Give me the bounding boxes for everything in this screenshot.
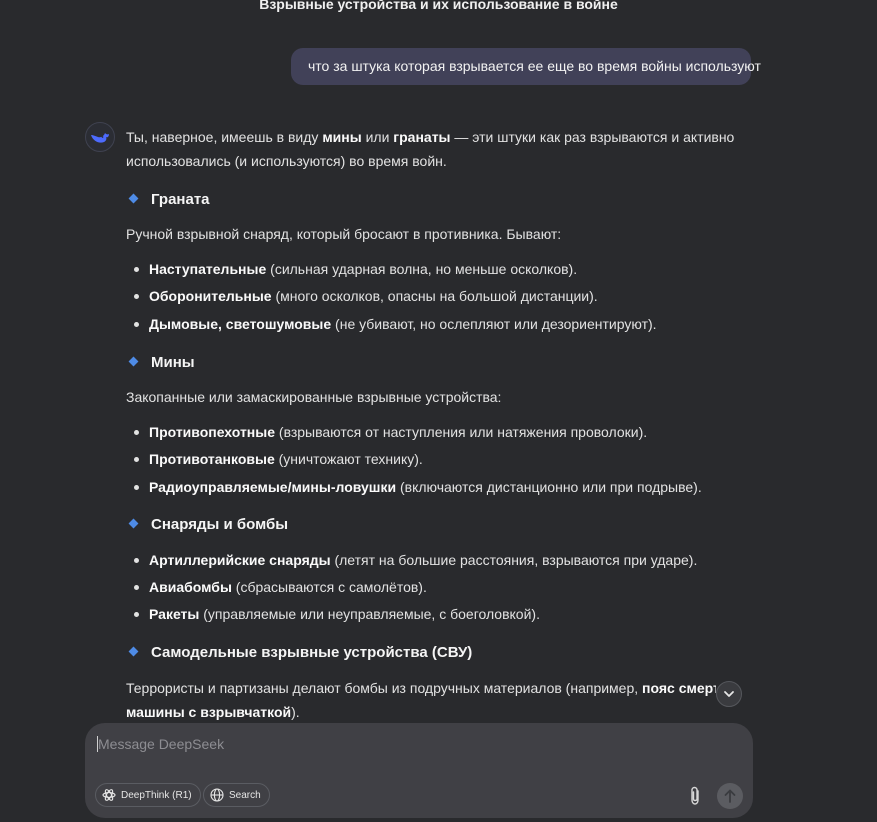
section-heading-text: Снаряды и бомбы (151, 516, 289, 533)
list-item: Авиабомбы (сбрасываются с самолётов). (134, 577, 427, 597)
section-heading: Мины (128, 353, 195, 373)
bullet-icon (134, 322, 139, 327)
deepthink-label: DeepThink (R1) (121, 789, 192, 801)
section-heading-text: Граната (151, 191, 210, 208)
send-button[interactable] (717, 783, 743, 809)
list-item: Артиллерийские снаряды (летят на большие… (134, 550, 697, 570)
diamond-bullet-icon (128, 518, 139, 529)
list-item-text: (летят на большие расстояния, взрываются… (330, 552, 698, 568)
diamond-bullet-icon (128, 356, 139, 367)
intro-text: Ты, наверное, имеешь в виду (126, 129, 323, 145)
list-item-text: (не убивают, но ослепляют или дезориенти… (331, 316, 657, 332)
paragraph-bold: машины с взрывчаткой (126, 704, 292, 720)
attach-file-button[interactable] (685, 785, 705, 807)
intro-bold-mines: мины (322, 129, 362, 145)
section-heading: Снаряды и бомбы (128, 515, 289, 535)
paragraph-text: Террористы и партизаны делают бомбы из п… (126, 680, 643, 696)
list-item: Радиоуправляемые/мины-ловушки (включаютс… (134, 477, 702, 497)
answer-intro: Ты, наверное, имеешь в виду мины или гра… (126, 127, 734, 147)
message-composer: DeepThink (R1) Search (85, 723, 753, 818)
arrow-up-icon (724, 789, 736, 803)
list-item: Оборонительные (много осколков, опасны н… (134, 286, 598, 306)
section-description: Закопанные или замаскированные взрывные … (126, 389, 502, 405)
list-item-text: (взрываются от наступления или натяжения… (275, 424, 648, 440)
deepthink-button[interactable]: DeepThink (R1) (95, 783, 201, 807)
list-item-bold: Наступательные (149, 261, 267, 277)
intro-bold-grenades: гранаты (393, 129, 451, 145)
list-item-text: (включаются дистанционно или при подрыве… (396, 479, 702, 495)
list-item: Дымовые, светошумовые (не убивают, но ос… (134, 314, 657, 334)
atom-icon (102, 789, 116, 801)
search-label: Search (229, 789, 261, 801)
list-item-bold: Дымовые, светошумовые (149, 316, 332, 332)
chat-title: Взрывные устройства и их использование в… (259, 0, 618, 12)
section-description: Ручной взрывной снаряд, который бросают … (126, 226, 562, 242)
diamond-bullet-icon (128, 646, 139, 657)
list-item-bold: Противотанковые (149, 451, 275, 467)
bullet-icon (134, 267, 139, 272)
paragraph-text: ). (291, 704, 300, 720)
bullet-icon (134, 294, 139, 299)
list-item-bold: Авиабомбы (149, 579, 232, 595)
list-item-text: (сбрасываются с самолётов). (231, 579, 427, 595)
list-item-bold: Ракеты (149, 606, 200, 622)
list-item: Противопехотные (взрываются от наступлен… (134, 422, 647, 442)
answer-intro-line2: использовались (и используются) во время… (126, 153, 447, 169)
list-item-bold: Противопехотные (149, 424, 276, 440)
bullet-icon (134, 430, 139, 435)
chevron-down-icon (724, 691, 734, 697)
list-item: Ракеты (управляемые или неуправляемые, с… (134, 604, 540, 624)
list-item: Наступательные (сильная ударная волна, н… (134, 259, 577, 279)
list-item-bold: Оборонительные (149, 288, 272, 304)
list-item-text: (много осколков, опасны на большой диста… (271, 288, 598, 304)
scroll-to-bottom-button[interactable] (716, 681, 742, 707)
globe-icon (210, 788, 224, 802)
bullet-icon (134, 457, 139, 462)
list-item-text: (управляемые или неуправляемые, с боегол… (199, 606, 540, 622)
text-caret (97, 736, 98, 752)
list-item: Противотанковые (уничтожают технику). (134, 449, 423, 469)
list-item-text: (уничтожают технику). (274, 451, 423, 467)
bullet-icon (134, 612, 139, 617)
section-paragraph: Террористы и партизаны делают бомбы из п… (126, 678, 716, 698)
message-input[interactable] (96, 734, 740, 774)
section-paragraph-line2: машины с взрывчаткой). (126, 702, 300, 722)
list-item-bold: Артиллерийские снаряды (149, 552, 331, 568)
section-heading-text: Самодельные взрывные устройства (СВУ) (151, 644, 473, 661)
list-item-text: (сильная ударная волна, но меньше осколк… (266, 261, 578, 277)
user-message: что за штука которая взрывается ее еще в… (291, 48, 761, 85)
section-heading: Граната (128, 190, 210, 210)
bullet-icon (134, 485, 139, 490)
section-heading: Самодельные взрывные устройства (СВУ) (128, 643, 473, 663)
deepseek-whale-icon (85, 122, 115, 152)
paperclip-icon (691, 786, 699, 805)
bullet-icon (134, 558, 139, 563)
diamond-bullet-icon (128, 193, 139, 204)
section-heading-text: Мины (151, 354, 195, 371)
intro-text: или (361, 129, 394, 145)
search-button[interactable]: Search (203, 783, 270, 807)
list-item-bold: Радиоуправляемые/мины-ловушки (149, 479, 397, 495)
intro-text: — эти штуки как раз взрываются и активно (450, 129, 735, 145)
paragraph-bold: пояс смертника (642, 680, 716, 696)
bullet-icon (134, 585, 139, 590)
